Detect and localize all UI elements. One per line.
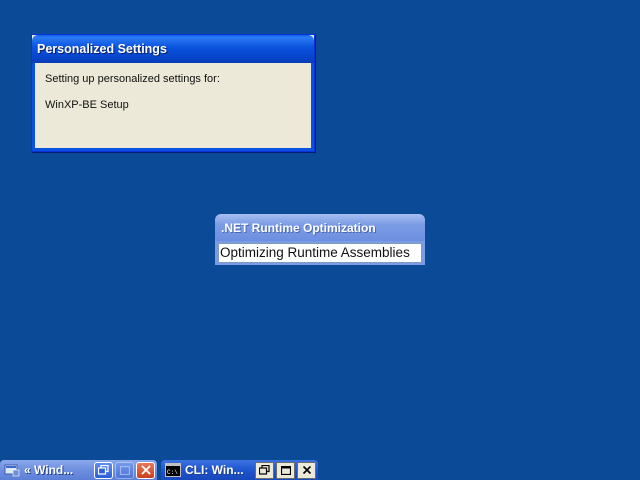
maximize-icon[interactable] [115, 461, 134, 479]
personalized-settings-window[interactable]: Personalized Settings Setting up persona… [31, 34, 315, 152]
taskbar-button-label: CLI: Win... [185, 463, 244, 477]
personalized-settings-body: Setting up personalized settings for: Wi… [32, 63, 314, 151]
net-runtime-optimization-window[interactable]: .NET Runtime Optimization Optimizing Run… [215, 214, 425, 266]
taskbar-button-windows-setup[interactable]: « Wind... [0, 460, 157, 480]
net-runtime-title-bar[interactable]: .NET Runtime Optimization [215, 214, 425, 241]
close-icon[interactable] [297, 461, 316, 479]
maximize-icon[interactable] [276, 461, 295, 479]
personalized-settings-target: WinXP-BE Setup [45, 99, 129, 111]
personalized-settings-title-bar[interactable]: Personalized Settings [32, 35, 314, 63]
personalized-settings-title: Personalized Settings [37, 42, 167, 56]
personalized-settings-message: Setting up personalized settings for: [45, 73, 220, 85]
net-runtime-title: .NET Runtime Optimization [221, 221, 376, 235]
net-runtime-status: Optimizing Runtime Assemblies [218, 243, 422, 263]
close-icon[interactable] [136, 461, 155, 479]
command-prompt-icon: C:\ [165, 463, 181, 477]
net-runtime-body: Optimizing Runtime Assemblies [215, 241, 425, 265]
taskbar-button-cli[interactable]: C:\ CLI: Win... [161, 460, 318, 480]
svg-text:C:\: C:\ [167, 469, 178, 476]
restore-icon[interactable] [255, 461, 274, 479]
restore-icon[interactable] [94, 461, 113, 479]
taskbar-button-label: « Wind... [24, 463, 74, 477]
windows-setup-icon [4, 464, 20, 477]
